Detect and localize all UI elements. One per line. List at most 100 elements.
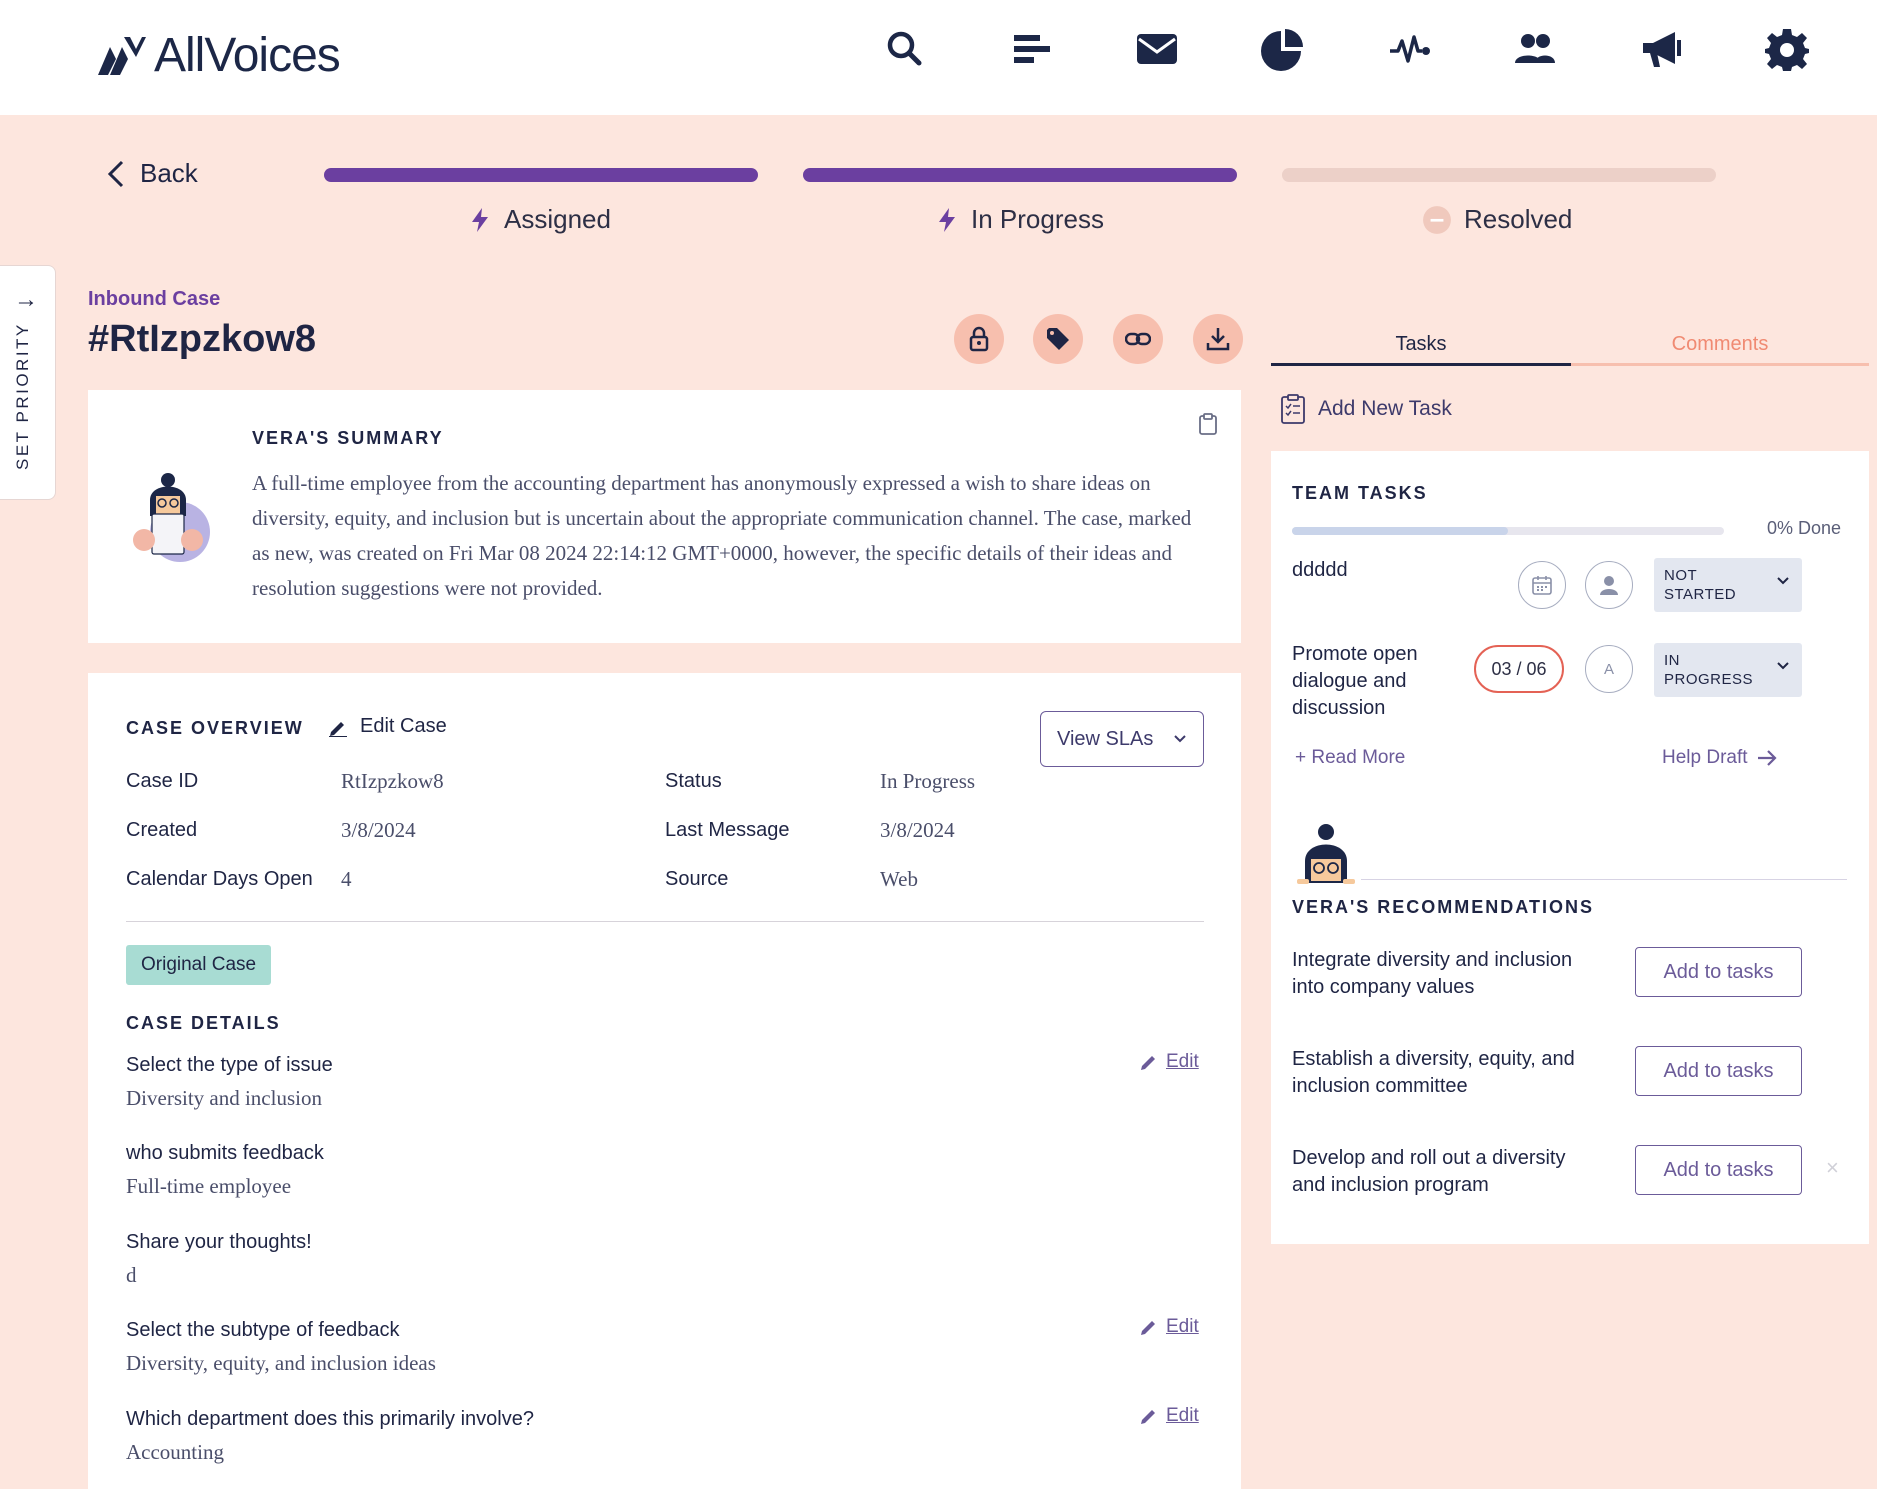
recommendation-text: Integrate diversity and inclusion into c… <box>1292 947 1612 1001</box>
vera-avatar-icon <box>133 473 210 562</box>
checklist-icon <box>1281 394 1305 424</box>
status-value: In Progress <box>880 769 976 793</box>
recommendations-heading: VERA'S RECOMMENDATIONS <box>1292 897 1594 917</box>
detail-question: Which department does this primarily inv… <box>126 1408 534 1430</box>
search-icon[interactable] <box>880 24 930 74</box>
days-open-value: 4 <box>341 867 352 891</box>
created-label: Created <box>126 819 198 841</box>
list-icon[interactable] <box>1005 24 1055 74</box>
clipboard-icon[interactable] <box>1197 412 1219 436</box>
read-more-link[interactable]: + Read More <box>1295 747 1405 769</box>
source-value: Web <box>880 867 918 891</box>
task-date-button[interactable] <box>1518 561 1566 609</box>
tag-button[interactable] <box>1033 314 1083 364</box>
edit-link[interactable]: Edit <box>1140 1405 1199 1427</box>
view-slas-dropdown[interactable]: View SLAs <box>1040 711 1204 767</box>
detail-question: Share your thoughts! <box>126 1231 312 1253</box>
detail-question: Select the subtype of feedback <box>126 1319 400 1341</box>
status-line2: STARTED <box>1664 586 1737 603</box>
add-new-task-button[interactable]: Add New Task <box>1280 393 1452 425</box>
rec-line: and inclusion program <box>1292 1174 1489 1196</box>
case-id-value: RtIzpzkow8 <box>341 769 444 793</box>
allvoices-logo-icon <box>98 37 146 75</box>
tab-tasks-underline <box>1271 363 1571 366</box>
chevron-down-icon <box>1174 735 1186 743</box>
detail-answer: Diversity, equity, and inclusion ideas <box>126 1351 436 1375</box>
back-label: Back <box>140 158 198 188</box>
task-status-select[interactable]: IN PROGRESS <box>1654 643 1802 697</box>
stage-label: Assigned <box>504 204 611 234</box>
arrow-right-icon: → <box>14 286 38 313</box>
edit-link[interactable]: Edit <box>1140 1316 1199 1338</box>
status-label: Status <box>665 770 722 792</box>
recommendation-text: Establish a diversity, equity, and inclu… <box>1292 1046 1612 1100</box>
megaphone-icon[interactable] <box>1636 24 1686 74</box>
team-icon[interactable] <box>1510 24 1560 74</box>
task-status-select[interactable]: NOT STARTED <box>1654 558 1802 612</box>
bolt-icon <box>472 207 488 232</box>
dismiss-icon[interactable]: × <box>1826 1155 1839 1181</box>
stage-label: Resolved <box>1464 204 1573 234</box>
brand-name: AllVoices <box>154 28 341 82</box>
activity-icon[interactable] <box>1385 24 1435 74</box>
rec-line: Develop and roll out a diversity <box>1292 1147 1566 1169</box>
add-to-tasks-button[interactable]: Add to tasks <box>1635 1046 1802 1096</box>
user-icon <box>1600 576 1618 595</box>
tab-tasks[interactable]: Tasks <box>1271 333 1571 356</box>
link-icon <box>1125 332 1151 346</box>
task-due-date[interactable]: 03 / 06 <box>1474 645 1564 693</box>
task-name[interactable]: ddddd <box>1292 557 1348 584</box>
settings-icon[interactable] <box>1762 24 1812 74</box>
detail-question: who submits feedback <box>126 1142 324 1164</box>
add-new-task-label: Add New Task <box>1318 397 1452 420</box>
pie-chart-icon[interactable] <box>1258 24 1308 74</box>
vera-peek-icon <box>1297 824 1355 884</box>
brand-logo[interactable]: AllVoices <box>96 28 341 82</box>
set-priority-label: SET PRIORITY <box>13 322 32 470</box>
recommendation-text: Develop and roll out a diversity and inc… <box>1292 1145 1612 1199</box>
download-button[interactable] <box>1193 314 1243 364</box>
rec-line: Establish a diversity, equity, and <box>1292 1048 1575 1070</box>
edit-link[interactable]: Edit <box>1140 1051 1199 1073</box>
top-nav: AllVoices <box>0 0 1877 115</box>
arrow-right-icon <box>1757 750 1777 766</box>
pencil-icon <box>1141 1410 1155 1424</box>
tasks-progress-bar <box>1292 527 1724 535</box>
divider <box>126 921 1204 922</box>
edit-case-button[interactable]: Edit Case <box>328 715 447 738</box>
overview-heading: CASE OVERVIEW <box>126 718 304 738</box>
add-to-tasks-button[interactable]: Add to tasks <box>1635 947 1802 997</box>
stage-resolved[interactable]: Resolved <box>1422 204 1572 235</box>
stage-in-progress[interactable]: In Progress <box>935 204 1104 235</box>
pencil-icon <box>1141 1056 1155 1070</box>
task-name-line: discussion <box>1292 697 1386 719</box>
link-button[interactable] <box>1113 314 1163 364</box>
stage-bar-resolved <box>1282 168 1716 182</box>
vera-summary-card: VERA'S SUMMARY A full-time employee from… <box>88 390 1241 643</box>
stage-bar-in-progress <box>803 168 1237 182</box>
task-name[interactable]: Promote open dialogue and discussion <box>1292 641 1418 722</box>
tab-comments[interactable]: Comments <box>1571 333 1869 356</box>
view-slas-label: View SLAs <box>1057 727 1154 750</box>
lock-button[interactable] <box>954 314 1004 364</box>
add-to-tasks-button[interactable]: Add to tasks <box>1635 1145 1802 1195</box>
tasks-progress-fill <box>1292 527 1508 535</box>
detail-question: Select the type of issue <box>126 1054 333 1076</box>
help-draft-link[interactable]: Help Draft <box>1662 747 1778 769</box>
lock-icon <box>969 326 989 352</box>
help-draft-label: Help Draft <box>1662 747 1748 768</box>
original-case-badge[interactable]: Original Case <box>126 945 272 985</box>
rec-line: Integrate diversity and inclusion <box>1292 949 1573 971</box>
summary-text: A full-time employee from the accounting… <box>252 471 1192 600</box>
tasks-done-label: 0% Done <box>1767 518 1842 538</box>
case-type-label: Inbound Case <box>88 288 221 310</box>
task-assignee-button[interactable] <box>1585 561 1633 609</box>
mail-icon[interactable] <box>1132 24 1182 74</box>
back-button[interactable]: Back <box>104 158 198 189</box>
stage-assigned[interactable]: Assigned <box>468 204 611 235</box>
tag-icon <box>1047 328 1069 350</box>
edit-case-label: Edit Case <box>360 715 447 737</box>
tab-comments-underline <box>1571 363 1869 366</box>
task-assignee-avatar[interactable]: A <box>1585 645 1633 693</box>
bolt-icon <box>939 207 955 232</box>
